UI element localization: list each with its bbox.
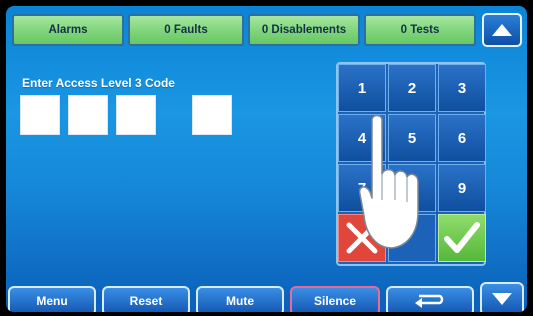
code-digit-2 <box>68 95 108 135</box>
triangle-up-icon <box>492 24 512 36</box>
enter-button[interactable] <box>386 286 474 312</box>
scroll-down-button[interactable] <box>480 282 524 312</box>
check-mark-icon <box>444 222 480 253</box>
return-arrow-icon <box>415 294 444 308</box>
key-3[interactable]: 3 <box>438 64 486 112</box>
tab-tests[interactable]: 0 Tests <box>364 14 476 46</box>
menu-button[interactable]: Menu <box>8 286 96 312</box>
code-digit-3 <box>116 95 156 135</box>
key-6[interactable]: 6 <box>438 114 486 162</box>
scroll-up-button[interactable] <box>482 13 522 47</box>
key-9[interactable]: 9 <box>438 164 486 212</box>
code-digit-1 <box>20 95 60 135</box>
key-2[interactable]: 2 <box>388 64 436 112</box>
mute-button[interactable]: Mute <box>196 286 284 312</box>
triangle-down-icon <box>492 293 512 305</box>
tab-disablements[interactable]: 0 Disablements <box>248 14 360 46</box>
tab-faults[interactable]: 0 Faults <box>128 14 244 46</box>
silence-button[interactable]: Silence <box>290 286 380 312</box>
pointing-hand-icon <box>358 114 419 249</box>
key-1[interactable]: 1 <box>338 64 386 112</box>
tab-alarms[interactable]: Alarms <box>12 14 124 46</box>
control-panel: Alarms 0 Faults 0 Disablements 0 Tests E… <box>6 6 527 312</box>
confirm-button[interactable] <box>438 214 486 262</box>
code-digit-4 <box>192 95 232 135</box>
reset-button[interactable]: Reset <box>102 286 190 312</box>
device-screen: Alarms 0 Faults 0 Disablements 0 Tests E… <box>0 0 533 316</box>
access-code-prompt: Enter Access Level 3 Code <box>22 76 175 90</box>
